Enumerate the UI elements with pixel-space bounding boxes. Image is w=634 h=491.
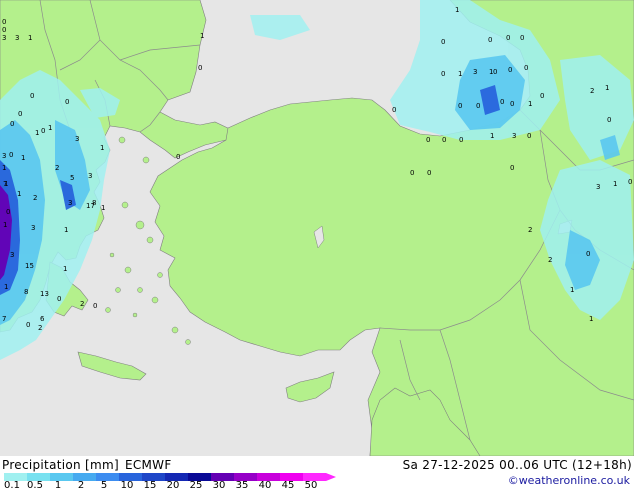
precip-value-label: 0 xyxy=(476,102,480,110)
precip-value-label: 0 xyxy=(628,178,632,186)
precip-value-label: 0 xyxy=(459,136,463,144)
precip-value-label: 0 xyxy=(2,18,6,26)
precip-value-label: 1 xyxy=(200,32,204,40)
precip-value-label: 2 xyxy=(590,87,594,95)
precip-value-label: 0 xyxy=(510,100,514,108)
precip-value-label: 1 xyxy=(0,0,4,2)
precip-value-label: 0 xyxy=(441,38,445,46)
precip-value-label: 2 xyxy=(528,226,532,234)
precip-value-label: 0 xyxy=(500,98,504,106)
precip-value-label: 1 xyxy=(101,204,105,212)
precip-value-label: 0 xyxy=(2,26,6,34)
precip-value-label: 1 xyxy=(64,226,68,234)
colorbar-segment xyxy=(50,473,73,481)
precip-value-label: 3 xyxy=(68,199,72,207)
precip-value-label: 3 xyxy=(15,34,19,42)
precip-value-label: 0 xyxy=(18,110,22,118)
colorbar-segment xyxy=(73,473,96,481)
precip-value-label: 15 xyxy=(25,262,34,270)
precip-value-label: 1 xyxy=(589,315,593,323)
precip-value-label: 1 xyxy=(528,100,532,108)
precip-value-label: 1 xyxy=(2,164,6,172)
precip-value-label: 0 xyxy=(540,92,544,100)
precip-value-label: 0 xyxy=(65,98,69,106)
colorbar-arrow xyxy=(326,473,336,481)
precip-value-label: 2 xyxy=(80,300,84,308)
precip-value-label: 3 xyxy=(512,132,516,140)
precip-value-label: 1 xyxy=(458,70,462,78)
precip-value-label: 13 xyxy=(40,290,49,298)
precip-value-label: 0 xyxy=(41,127,45,135)
precip-value-label: 0 xyxy=(9,151,13,159)
precip-value-label: 1 xyxy=(4,283,8,291)
precip-value-label: 0 xyxy=(30,92,34,100)
precip-value-label: 1 xyxy=(17,190,21,198)
colorbar-segment xyxy=(96,473,119,481)
precip-value-label: 0 xyxy=(6,208,10,216)
precip-value-label: 0 xyxy=(410,169,414,177)
precip-value-label: 0 xyxy=(10,120,14,128)
precip-value-label: 1 xyxy=(490,132,494,140)
credit-link[interactable]: ©weatheronline.co.uk xyxy=(508,474,630,487)
precip-value-label: 0 xyxy=(57,295,61,303)
precip-value-label: 0 xyxy=(26,321,30,329)
precip-value-label: 3 xyxy=(596,183,600,191)
precip-value-label: 0 xyxy=(520,34,524,42)
precip-value-label: 0 xyxy=(93,302,97,310)
precip-value-label: 0 xyxy=(607,116,611,124)
precip-value-label: 1 xyxy=(48,124,52,132)
precip-value-label: 0 xyxy=(458,102,462,110)
precip-value-label: 1 xyxy=(605,84,609,92)
precip-value-label: 3 xyxy=(2,152,6,160)
precip-value-label: 0 xyxy=(506,34,510,42)
precip-value-label: 3 xyxy=(473,68,477,76)
precip-value-label: 1 xyxy=(3,221,7,229)
precip-value-label: 1 xyxy=(35,129,39,137)
precip-value-label: 0 xyxy=(441,70,445,78)
precip-value-label: 5 xyxy=(70,174,74,182)
precip-value-label: 0 xyxy=(427,169,431,177)
precip-value-label: 1 xyxy=(455,6,459,14)
precip-value-label: 1 xyxy=(100,144,104,152)
precip-value-label: 1 xyxy=(21,154,25,162)
precip-value-label: 3 xyxy=(88,172,92,180)
title-label: Precipitation [mm] xyxy=(2,458,119,472)
precip-value-label: 2 xyxy=(548,256,552,264)
precip-value-label: 1 xyxy=(570,286,574,294)
map-title: Precipitation [mm] ECMWF xyxy=(2,458,172,472)
precip-value-label: 6 xyxy=(40,315,45,323)
precip-value-label: 2 xyxy=(33,194,37,202)
legend-footer: Precipitation [mm] ECMWF Sa 27-12-2025 00… xyxy=(0,456,634,491)
precip-value-label: 1 xyxy=(28,34,32,42)
model-name: ECMWF xyxy=(124,458,172,472)
precip-value-label: 0 xyxy=(488,36,492,44)
precip-value-label: 0 xyxy=(442,136,446,144)
precip-value-label: 3 xyxy=(10,251,14,259)
precipitation-map: 10 0 0013 3 10001 3 01 000000 0 0 0000 02 100 03 1 001 3… xyxy=(0,0,634,456)
forecast-datetime: Sa 27-12-2025 00..06 UTC (12+18h) xyxy=(402,458,632,472)
precip-value-label: 17 xyxy=(86,202,95,210)
precip-value-label: 0 xyxy=(176,153,180,161)
precip-value-label: 1 xyxy=(489,68,493,76)
precip-value-label: 0 xyxy=(198,64,202,72)
precip-value-label: 0 xyxy=(493,68,497,76)
precip-value-label: 0 xyxy=(426,136,430,144)
precip-value-label: 1 xyxy=(4,180,8,188)
precip-value-label: 1 xyxy=(63,265,67,273)
precip-value-label: 1 xyxy=(613,180,617,188)
precip-value-label: 0 xyxy=(510,164,514,172)
precip-value-label: 8 xyxy=(24,288,28,296)
precip-value-label: 2 xyxy=(38,324,42,332)
precip-value-label: 3 xyxy=(31,224,35,232)
precip-value-label: 3 xyxy=(75,135,79,143)
precip-value-label: 0 xyxy=(586,250,590,258)
precip-value-label: 7 xyxy=(2,315,6,323)
precip-value-label: 0 xyxy=(508,66,512,74)
precip-value-label: 0 xyxy=(392,106,396,114)
precip-value-label: 0 xyxy=(524,64,528,72)
precip-value-label: 3 xyxy=(2,34,6,42)
precip-value-label: 2 xyxy=(55,164,59,172)
precip-value-label: 0 xyxy=(527,132,531,140)
